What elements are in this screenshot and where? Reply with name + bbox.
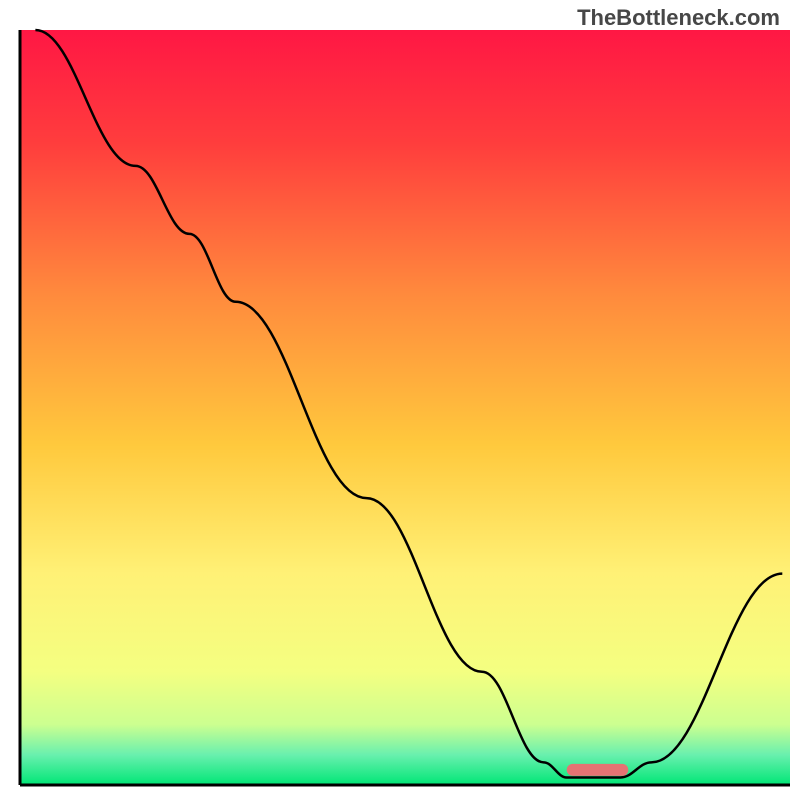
bottleneck-chart: TheBottleneck.com bbox=[0, 0, 800, 800]
plot-background bbox=[20, 30, 790, 785]
watermark-text: TheBottleneck.com bbox=[577, 5, 780, 31]
chart-svg bbox=[0, 0, 800, 800]
optimal-marker bbox=[567, 764, 629, 776]
